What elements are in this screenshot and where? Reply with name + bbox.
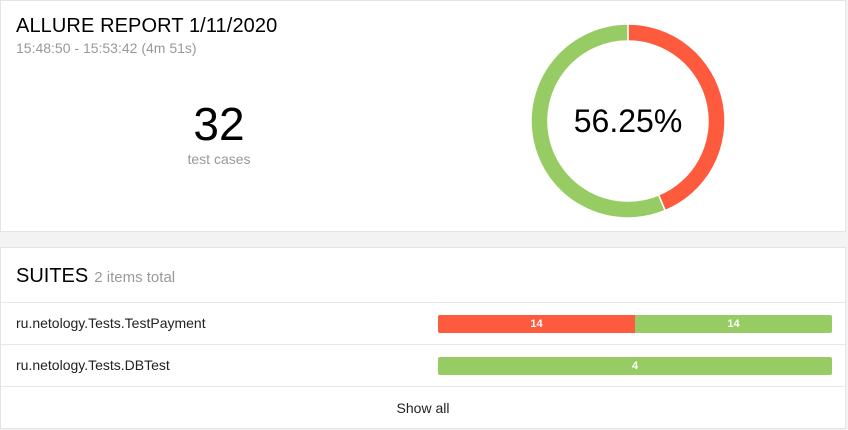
suite-row[interactable]: ru.netology.Tests.TestPayment 14 14	[1, 302, 845, 344]
report-title: ALLURE REPORT 1/11/2020	[16, 15, 278, 37]
suites-header: SUITES 2 items total	[16, 265, 175, 291]
status-segment-passed: 14	[635, 315, 832, 333]
donut-slice-passed[interactable]	[530, 23, 667, 219]
status-segment-failed: 14	[438, 315, 635, 333]
status-segment-passed: 4	[438, 357, 832, 375]
suite-name: ru.netology.Tests.DBTest	[16, 357, 170, 373]
donut-chart	[530, 23, 726, 219]
suites-count: 2 items total	[94, 269, 176, 286]
donut-slice-failed[interactable]	[627, 23, 726, 212]
suites-widget: SUITES 2 items total ru.netology.Tests.T…	[0, 247, 846, 429]
show-all-button[interactable]: Show all	[1, 386, 845, 428]
suite-status-bar: 4	[438, 357, 832, 375]
suites-title: SUITES	[16, 265, 89, 287]
suite-status-bar: 14 14	[438, 315, 832, 333]
summary-widget: ALLURE REPORT 1/11/2020 15:48:50 - 15:53…	[0, 0, 846, 232]
success-rate-donut[interactable]: 56.25%	[530, 23, 726, 219]
suite-row[interactable]: ru.netology.Tests.DBTest 4	[1, 344, 845, 386]
report-time-range: 15:48:50 - 15:53:42 (4m 51s)	[16, 40, 197, 56]
test-case-count: 32	[193, 98, 245, 150]
suite-name: ru.netology.Tests.TestPayment	[16, 315, 206, 331]
test-case-count-label: test cases	[187, 151, 251, 167]
